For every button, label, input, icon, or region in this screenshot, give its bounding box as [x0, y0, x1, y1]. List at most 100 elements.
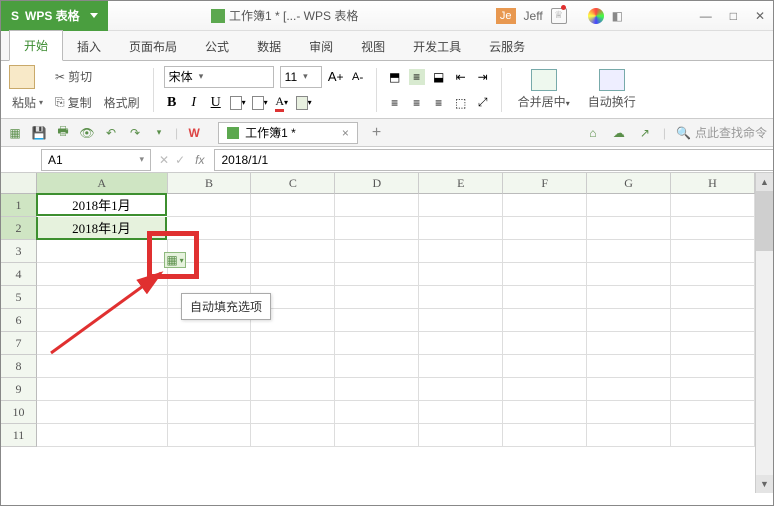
row-header-3[interactable]: 3	[1, 240, 37, 263]
cell-C9[interactable]	[251, 378, 335, 401]
cancel-icon[interactable]: ✕	[159, 153, 169, 167]
cloud-icon[interactable]: ☁	[611, 125, 627, 141]
row-header-10[interactable]: 10	[1, 401, 37, 424]
cell-B2[interactable]	[167, 217, 251, 240]
home-icon[interactable]: ⌂	[585, 125, 601, 141]
row-header-6[interactable]: 6	[1, 309, 37, 332]
cell-E10[interactable]	[419, 401, 503, 424]
cell-H3[interactable]	[671, 240, 755, 263]
tab-cloud[interactable]: 云服务	[475, 32, 539, 61]
cell-B11[interactable]	[168, 424, 252, 447]
cell-A1[interactable]: 2018年1月	[36, 193, 167, 216]
services-icon[interactable]	[588, 8, 604, 24]
row-header-8[interactable]: 8	[1, 355, 37, 378]
cell-D7[interactable]	[335, 332, 419, 355]
cell-D11[interactable]	[335, 424, 419, 447]
skin-icon[interactable]: ◧	[612, 9, 623, 23]
merge-across-button[interactable]: ⬚	[453, 95, 469, 111]
cell-A8[interactable]	[37, 355, 168, 378]
cell-B1[interactable]	[167, 194, 251, 217]
cell-D9[interactable]	[335, 378, 419, 401]
wrap-text-button[interactable]: 自动换行	[582, 67, 642, 112]
cell-A9[interactable]	[37, 378, 168, 401]
col-header-A[interactable]: A	[37, 173, 168, 194]
preview-button[interactable]: 👁	[79, 125, 95, 141]
cell-D4[interactable]	[335, 263, 419, 286]
align-bottom-button[interactable]: ⬓	[431, 69, 447, 85]
col-header-D[interactable]: D	[335, 173, 419, 194]
align-top-button[interactable]: ⬒	[387, 69, 403, 85]
grow-font-button[interactable]: A+	[328, 69, 344, 85]
underline-button[interactable]: U	[208, 95, 224, 111]
app-menu-button[interactable]: S WPS 表格	[1, 1, 108, 31]
cell-F5[interactable]	[503, 286, 587, 309]
user-name[interactable]: Jeff	[524, 9, 543, 23]
cell-E4[interactable]	[419, 263, 503, 286]
paste-icon[interactable]	[9, 65, 35, 89]
cell-H5[interactable]	[671, 286, 755, 309]
cell-H1[interactable]	[671, 194, 755, 217]
row-header-9[interactable]: 9	[1, 378, 37, 401]
format-painter-button[interactable]: 格式刷	[101, 92, 143, 113]
cell-E7[interactable]	[419, 332, 503, 355]
col-header-F[interactable]: F	[503, 173, 587, 194]
orientation-button[interactable]: ⤢	[475, 95, 491, 111]
cell-G7[interactable]	[587, 332, 671, 355]
cell-A3[interactable]	[37, 240, 168, 263]
cell-C3[interactable]	[251, 240, 335, 263]
shrink-font-button[interactable]: A-	[350, 69, 366, 85]
cell-H7[interactable]	[671, 332, 755, 355]
cell-E11[interactable]	[419, 424, 503, 447]
scroll-thumb[interactable]	[756, 191, 773, 251]
col-header-H[interactable]: H	[671, 173, 755, 194]
close-button[interactable]: ✕	[755, 9, 765, 23]
cell-B10[interactable]	[168, 401, 252, 424]
cell-E9[interactable]	[419, 378, 503, 401]
cell-H4[interactable]	[671, 263, 755, 286]
col-header-B[interactable]: B	[168, 173, 252, 194]
cell-D8[interactable]	[335, 355, 419, 378]
fill-color-button[interactable]: ▾	[252, 95, 268, 111]
scroll-down-button[interactable]: ▼	[756, 475, 773, 493]
font-size-combo[interactable]: 11▾	[280, 66, 322, 88]
font-name-combo[interactable]: 宋体▾	[164, 66, 274, 88]
print-button[interactable]: 🖶	[55, 125, 71, 141]
cell-A7[interactable]	[37, 332, 168, 355]
bold-button[interactable]: B	[164, 95, 180, 111]
cell-C4[interactable]	[251, 263, 335, 286]
cell-H10[interactable]	[671, 401, 755, 424]
border-button[interactable]: ▾	[230, 95, 246, 111]
scroll-up-button[interactable]: ▲	[756, 173, 773, 191]
cut-button[interactable]: ✂剪切	[52, 66, 95, 87]
row-header-1[interactable]: 1	[1, 194, 37, 217]
cell-style-button[interactable]: ▾	[296, 95, 312, 111]
cell-D6[interactable]	[335, 309, 419, 332]
cell-D3[interactable]	[335, 240, 419, 263]
cell-C2[interactable]	[251, 217, 335, 240]
cell-G9[interactable]	[587, 378, 671, 401]
font-color-button[interactable]: A▾	[274, 95, 290, 111]
col-header-E[interactable]: E	[419, 173, 503, 194]
formula-bar[interactable]: 2018/1/1	[214, 149, 773, 171]
cell-G4[interactable]	[587, 263, 671, 286]
paste-button[interactable]: 粘贴▾	[9, 92, 46, 113]
close-tab-button[interactable]: ×	[342, 126, 349, 140]
cell-H11[interactable]	[671, 424, 755, 447]
italic-button[interactable]: I	[186, 95, 202, 111]
cell-area[interactable]: 2018年1月2018年1月	[37, 194, 755, 493]
cell-A10[interactable]	[37, 401, 168, 424]
indent-dec-button[interactable]: ⇤	[453, 69, 469, 85]
tab-review[interactable]: 审阅	[295, 32, 347, 61]
cell-F9[interactable]	[503, 378, 587, 401]
cell-G10[interactable]	[587, 401, 671, 424]
cell-D1[interactable]	[335, 194, 419, 217]
tab-layout[interactable]: 页面布局	[115, 32, 191, 61]
cell-E6[interactable]	[419, 309, 503, 332]
user-avatar[interactable]: Je	[496, 8, 516, 24]
cell-C11[interactable]	[251, 424, 335, 447]
cell-H2[interactable]	[671, 217, 755, 240]
cell-F7[interactable]	[503, 332, 587, 355]
col-header-G[interactable]: G	[587, 173, 671, 194]
tab-home[interactable]: 开始	[9, 30, 63, 61]
autofill-options-button[interactable]: ▦▾	[164, 252, 186, 268]
